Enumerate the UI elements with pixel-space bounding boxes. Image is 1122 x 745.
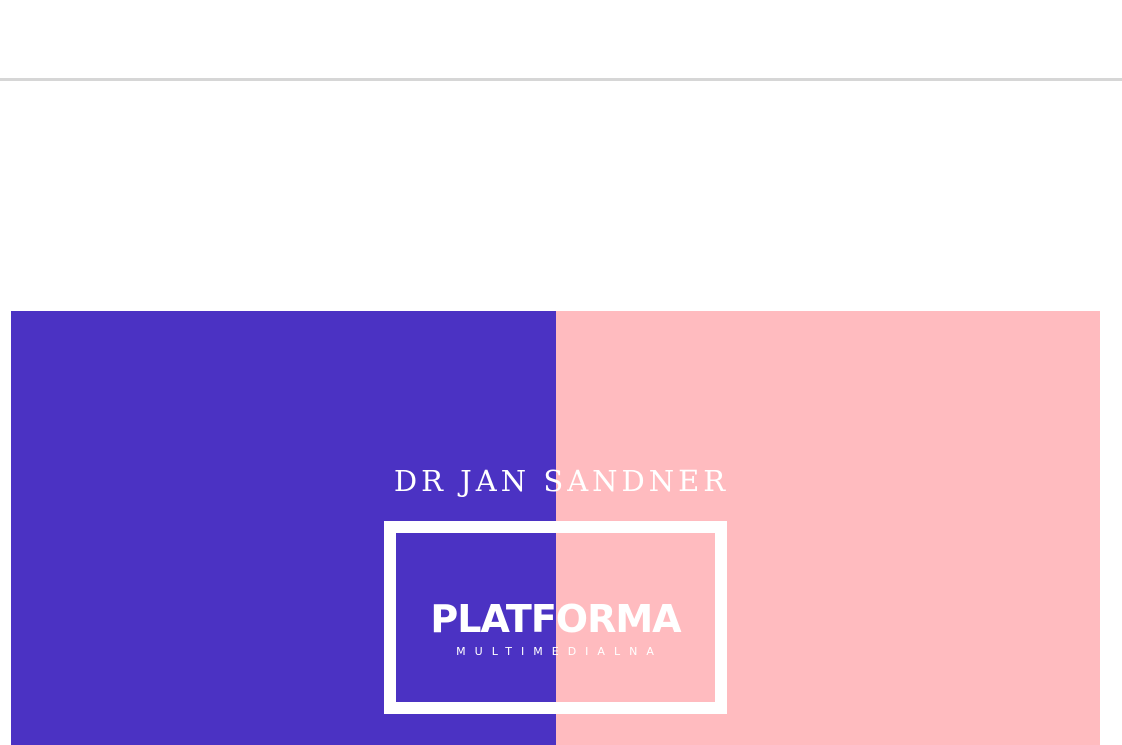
platforma-logo: PLATFORMA MULTIMEDIALNA <box>384 521 727 714</box>
logo-subtitle: MULTIMEDIALNA <box>456 645 663 658</box>
logo-title: PLATFORMA <box>430 597 681 641</box>
page: DR JAN SANDNER PLATFORMA MULTIMEDIALNA <box>0 0 1122 745</box>
top-bar <box>0 0 1122 78</box>
author-name: DR JAN SANDNER <box>393 464 730 498</box>
top-divider <box>0 78 1122 81</box>
hero-banner: DR JAN SANDNER PLATFORMA MULTIMEDIALNA <box>11 311 1100 745</box>
